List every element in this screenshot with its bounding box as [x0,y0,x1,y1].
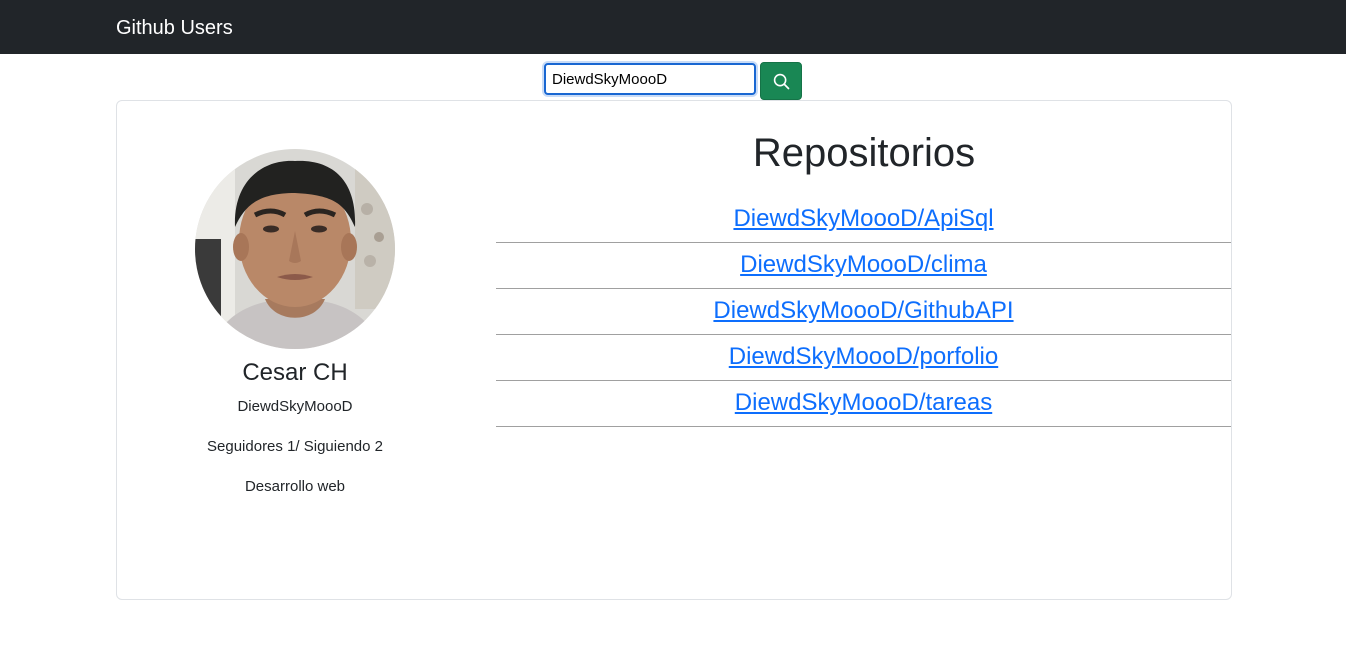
repo-link[interactable]: DiewdSkyMoooD/GithubAPI [713,289,1013,333]
repo-link[interactable]: DiewdSkyMoooD/ApiSql [733,197,993,241]
profile-followers: Seguidores 1/ Siguiendo 2 [207,438,383,455]
profile-name: Cesar CH [242,359,348,386]
search-icon [773,73,789,89]
repo-item: DiewdSkyMoooD/tareas [496,381,1231,427]
repo-item: DiewdSkyMoooD/porfolio [496,335,1231,381]
repo-link[interactable]: DiewdSkyMoooD/clima [740,243,987,287]
repo-list: DiewdSkyMoooD/ApiSql DiewdSkyMoooD/clima… [496,197,1231,427]
profile-bio: Desarrollo web [244,478,346,495]
avatar [195,149,395,349]
repo-link[interactable]: DiewdSkyMoooD/porfolio [729,335,998,379]
profile-login: DiewdSkyMoooD [237,398,353,415]
avatar-image [195,149,395,349]
repos-title: Repositorios [752,131,976,175]
navbar: Github Users [0,0,1346,54]
repo-item: DiewdSkyMoooD/ApiSql [496,197,1231,243]
repo-item: DiewdSkyMoooD/clima [496,243,1231,289]
user-card: Cesar CH DiewdSkyMoooD Seguidores 1/ Sig… [116,100,1232,600]
repo-item: DiewdSkyMoooD/GithubAPI [496,289,1231,335]
search-input[interactable] [544,63,756,95]
repo-link[interactable]: DiewdSkyMoooD/tareas [735,381,992,425]
navbar-brand[interactable]: Github Users [116,15,233,41]
search-button[interactable] [760,62,802,100]
